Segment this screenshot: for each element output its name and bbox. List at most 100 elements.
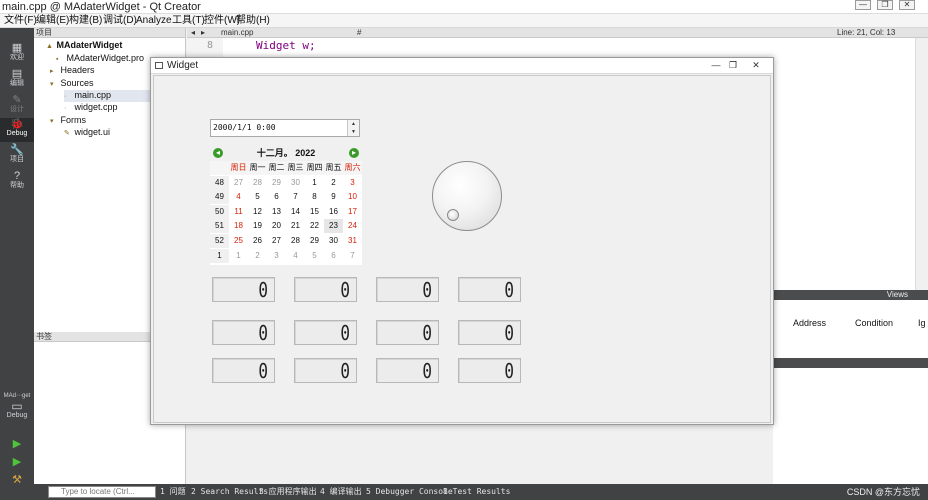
mode-projects[interactable]: 🔧 项目 (0, 144, 34, 168)
kit-selector[interactable]: MAd⋯get ▭ Debug (0, 392, 34, 432)
menu-build[interactable]: 构建(B) (69, 15, 102, 27)
calendar-day[interactable]: 10 (343, 190, 362, 204)
lcd-digit: 0 (422, 359, 432, 383)
tree-item-headers[interactable]: ▸ Headers (50, 65, 95, 77)
tree-item-pro[interactable]: ▪ MAdaterWidget.pro (56, 53, 144, 65)
calendar-day[interactable]: 27 (267, 234, 286, 248)
tree-item-project[interactable]: ▲ MAdaterWidget (46, 40, 122, 52)
calendar-day[interactable]: 14 (286, 205, 305, 219)
minimize-button[interactable]: — (855, 0, 871, 10)
lcd-number: 0 (294, 320, 357, 345)
menu-tools[interactable]: 工具(T) (172, 15, 205, 27)
spin-down-icon[interactable]: ▼ (348, 128, 359, 136)
views-label[interactable]: Views (887, 290, 908, 300)
locate-input[interactable]: Type to locate (Ctrl... (48, 486, 156, 498)
calendar-day[interactable]: 26 (248, 234, 267, 248)
tab-issues[interactable]: 1 问题 (160, 486, 186, 498)
lcd-number: 0 (376, 320, 439, 345)
widget-title-bar[interactable]: Widget — ❐ ✕ (151, 58, 773, 74)
spin-up-icon[interactable]: ▲ (348, 120, 359, 128)
editor-file-tab[interactable]: main.cpp (221, 28, 253, 37)
calendar-day[interactable]: 9 (324, 190, 343, 204)
tree-item-widget-ui[interactable]: ✎ widget.ui (64, 127, 110, 139)
calendar-day[interactable]: 4 (229, 190, 248, 204)
mode-welcome[interactable]: ▦ 欢迎 (0, 42, 34, 66)
tree-item-widget-cpp[interactable]: · widget.cpp (64, 102, 118, 114)
menu-analyze[interactable]: Analyze (136, 15, 172, 27)
calendar-day[interactable]: 22 (305, 219, 324, 233)
calendar-day[interactable]: 2 (324, 176, 343, 190)
tab-debugger-console[interactable]: 5 Debugger Console (366, 486, 453, 498)
calendar-day[interactable]: 15 (305, 205, 324, 219)
calendar-day[interactable]: 28 (248, 176, 267, 190)
editor-scrollbar[interactable] (915, 38, 928, 290)
calendar-day[interactable]: 1 (305, 176, 324, 190)
widget-maximize-button[interactable]: ❐ (726, 59, 740, 71)
menu-help[interactable]: 帮助(H) (236, 15, 270, 27)
calendar-day[interactable]: 1 (229, 249, 248, 263)
menu-edit[interactable]: 编辑(E) (36, 15, 69, 27)
tab-search-results[interactable]: 2 Search Results (191, 486, 268, 498)
nav-forward-icon[interactable]: ▸ (201, 28, 205, 37)
next-month-button[interactable]: ▸ (349, 148, 359, 158)
calendar-day[interactable]: 7 (343, 249, 362, 263)
calendar-day[interactable]: 31 (343, 234, 362, 248)
calendar-day[interactable]: 6 (267, 190, 286, 204)
datetime-spinner[interactable]: ▲ ▼ (347, 120, 359, 136)
calendar-day[interactable]: 3 (267, 249, 286, 263)
calendar-day[interactable]: 8 (305, 190, 324, 204)
calendar-day[interactable]: 23 (324, 219, 343, 234)
calendar-day[interactable]: 28 (286, 234, 305, 248)
widget-close-button[interactable]: ✕ (749, 59, 763, 71)
tree-item-sources[interactable]: ▾ Sources (50, 78, 94, 90)
calendar-day[interactable]: 13 (267, 205, 286, 219)
datetime-edit[interactable]: 2000/1/1 0:00 ▲ ▼ (210, 119, 360, 137)
calendar-day[interactable]: 2 (248, 249, 267, 263)
debug-splitter[interactable] (773, 358, 928, 368)
mode-design[interactable]: ✎ 设计 (0, 94, 34, 118)
tab-app-output[interactable]: 3 应用程序输出 (259, 486, 317, 498)
calendar-day[interactable]: 6 (324, 249, 343, 263)
prev-month-button[interactable]: ◂ (213, 148, 223, 158)
calendar-day[interactable]: 5 (248, 190, 267, 204)
calendar-day[interactable]: 20 (267, 219, 286, 233)
calendar-day[interactable]: 7 (286, 190, 305, 204)
calendar-day[interactable]: 17 (343, 205, 362, 219)
calendar-day[interactable]: 18 (229, 219, 248, 233)
close-button[interactable]: ✕ (899, 0, 915, 10)
calendar-day[interactable]: 3 (343, 176, 362, 190)
menu-debug[interactable]: 调试(D) (103, 15, 137, 27)
calendar-day[interactable]: 25 (229, 234, 248, 248)
calendar-day[interactable]: 27 (229, 176, 248, 190)
calendar-day[interactable]: 29 (305, 234, 324, 248)
mode-edit[interactable]: ▤ 编辑 (0, 68, 34, 92)
calendar-day[interactable]: 19 (248, 219, 267, 233)
calendar-day[interactable]: 5 (305, 249, 324, 263)
tree-item-forms[interactable]: ▾ Forms (50, 115, 86, 127)
column-header-ignore[interactable]: Ig (918, 318, 926, 328)
calendar-day[interactable]: 30 (324, 234, 343, 248)
calendar-day[interactable]: 21 (286, 219, 305, 233)
tab-test-results[interactable]: 8 Test Results (443, 486, 510, 498)
calendar-day[interactable]: 4 (286, 249, 305, 263)
calendar-day[interactable]: 16 (324, 205, 343, 219)
calendar-day[interactable]: 24 (343, 219, 362, 233)
nav-back-icon[interactable]: ◂ (191, 28, 195, 37)
menu-controls[interactable]: 控件(W) (204, 15, 240, 27)
dial-handle[interactable] (447, 209, 459, 221)
calendar-day[interactable]: 30 (286, 176, 305, 190)
widget-minimize-button[interactable]: — (709, 59, 723, 71)
column-header-condition[interactable]: Condition (855, 318, 893, 328)
mode-debug[interactable]: 🐞 Debug (0, 118, 34, 142)
calendar-day[interactable]: 11 (229, 205, 248, 219)
calendar-day[interactable]: 29 (267, 176, 286, 190)
calendar-month-label[interactable]: 十二月。 2022 (240, 148, 332, 159)
calendar-day[interactable]: 12 (248, 205, 267, 219)
tab-compile-output[interactable]: 4 编译输出 (320, 486, 362, 498)
menu-file[interactable]: 文件(F) (4, 15, 37, 27)
maximize-button[interactable]: ❐ (877, 0, 893, 10)
editor-symbol-selector[interactable]: # (357, 28, 361, 37)
mode-help[interactable]: ? 帮助 (0, 170, 34, 194)
dial-knob[interactable] (432, 161, 502, 231)
column-header-address[interactable]: Address (793, 318, 826, 328)
